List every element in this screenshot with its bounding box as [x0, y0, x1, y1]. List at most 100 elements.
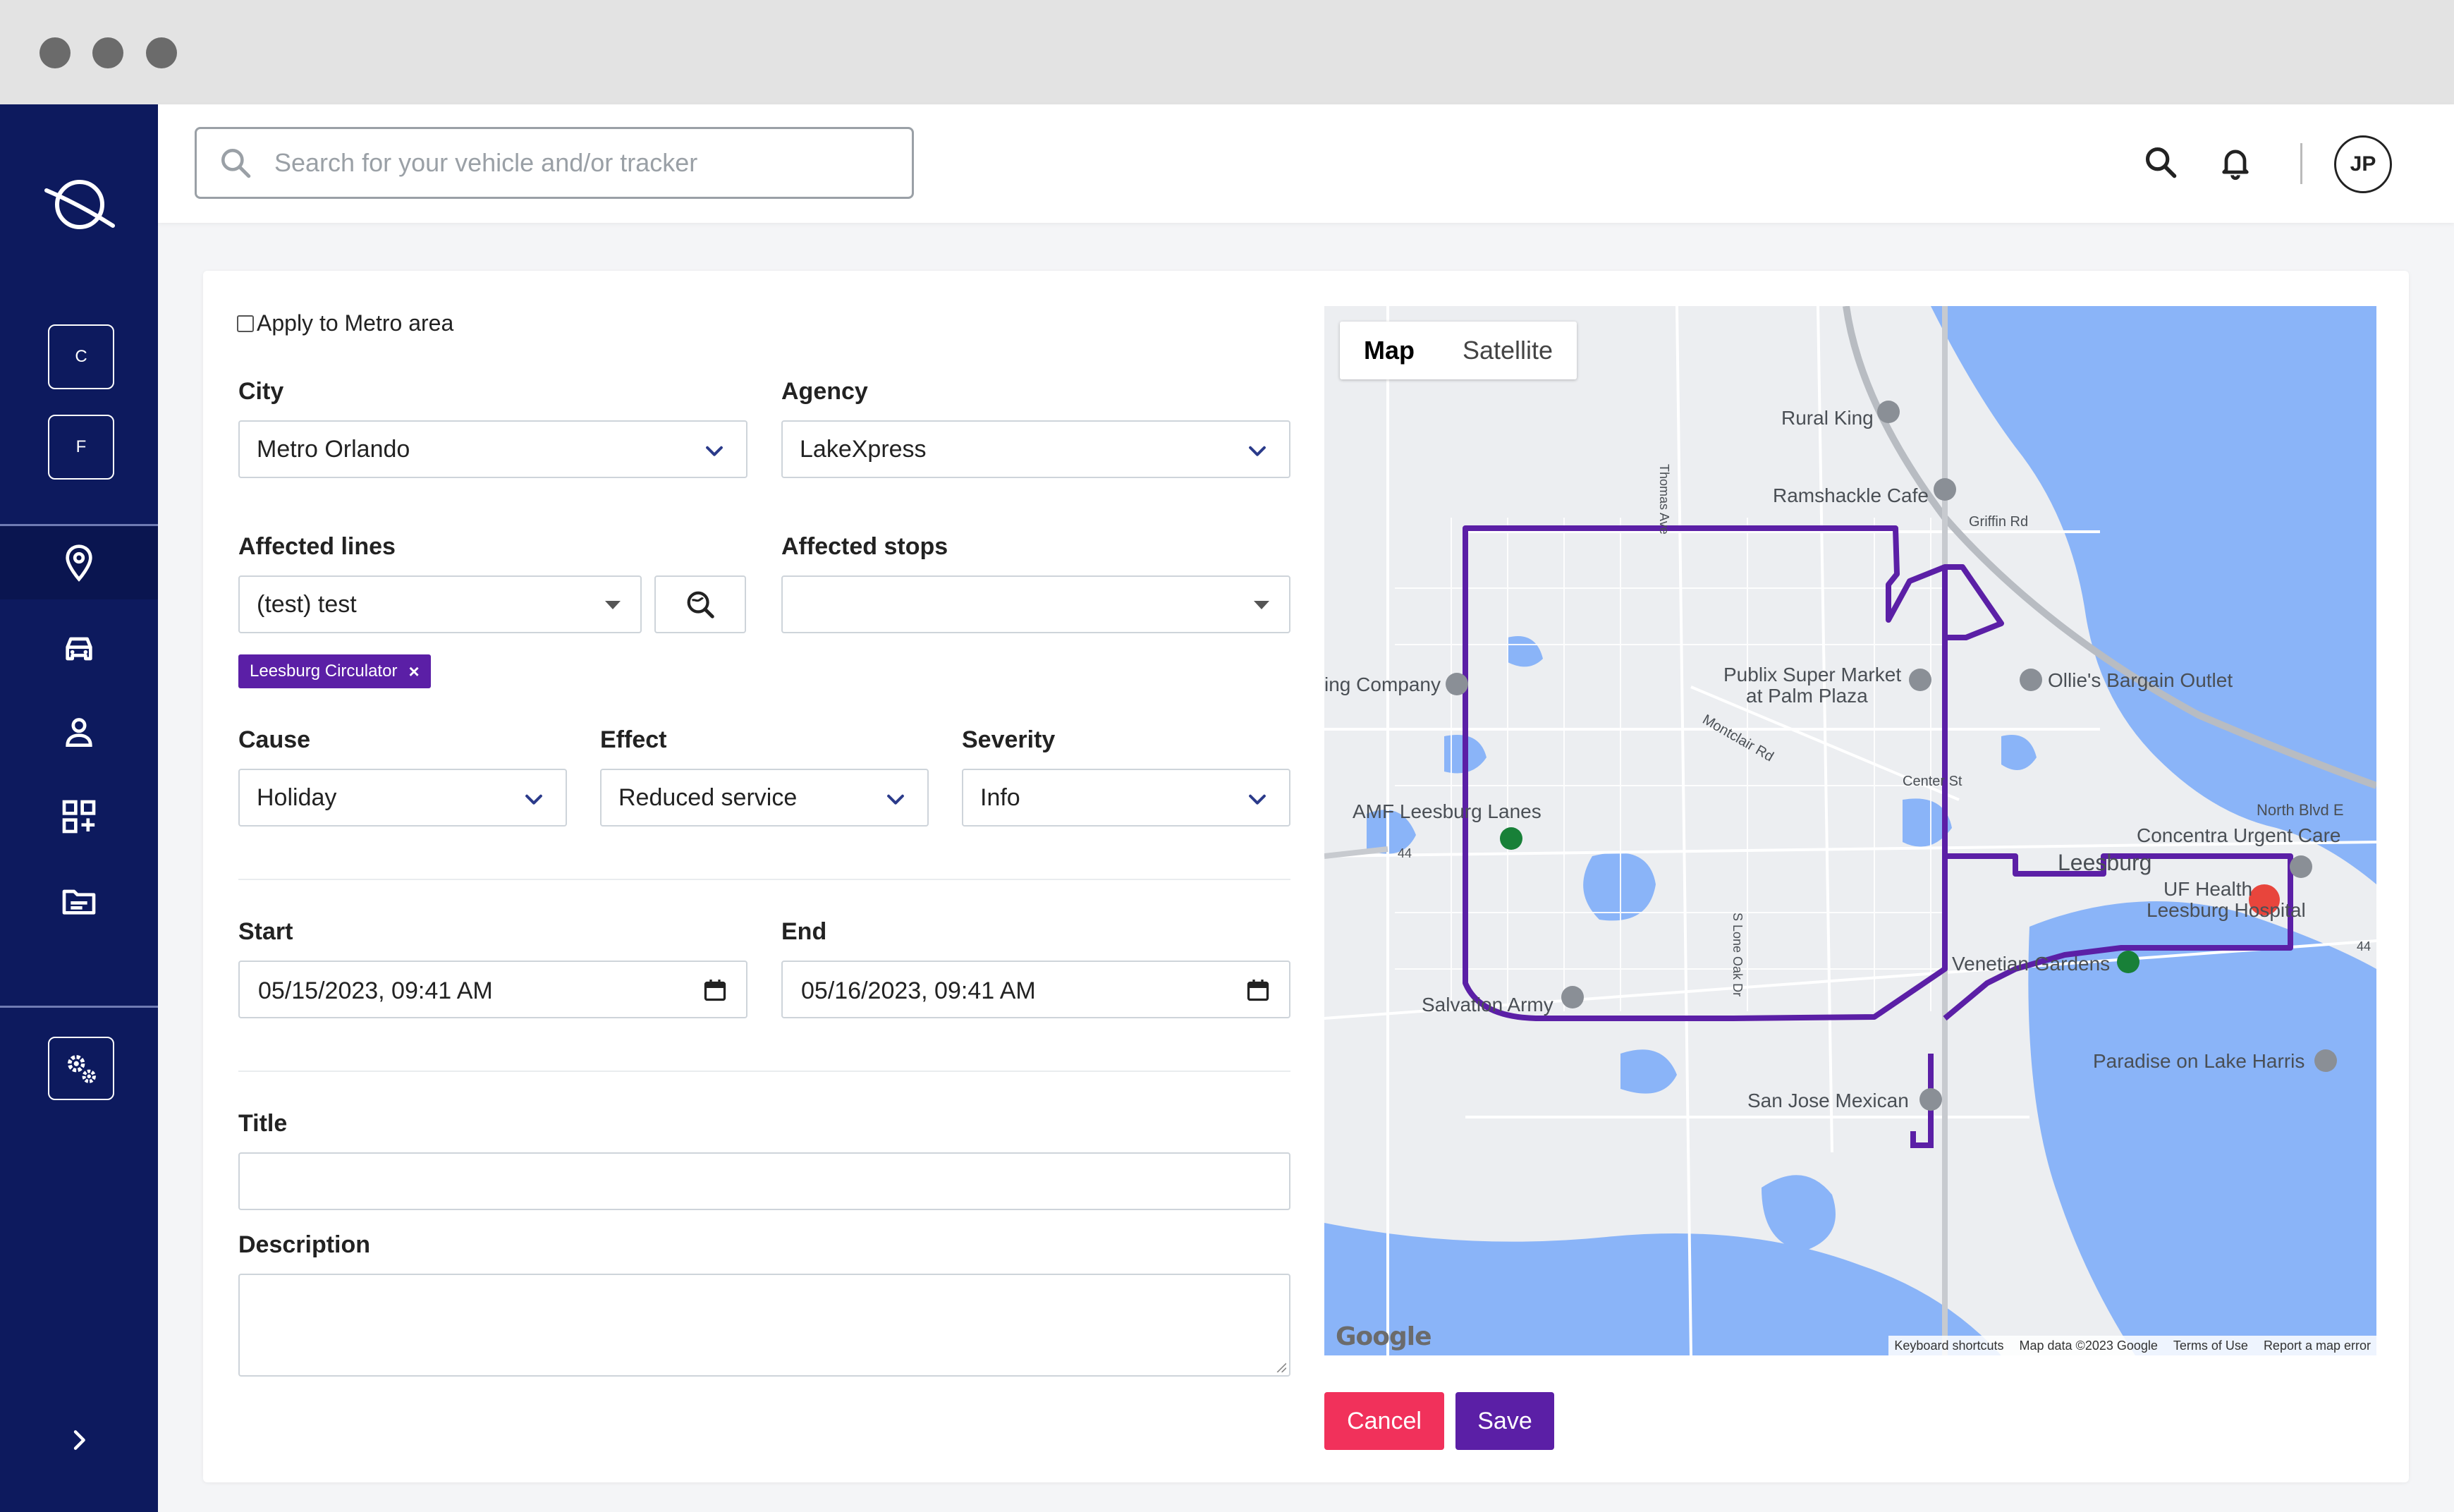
effect-select[interactable]: Reduced service: [600, 769, 929, 827]
sidebar-divider: [0, 1006, 158, 1008]
city-label: City: [238, 378, 284, 405]
map-search-icon: [687, 591, 714, 618]
car-icon[interactable]: [58, 628, 100, 670]
alert-form-card: Apply to Metro area City Metro Orlando A…: [203, 271, 2409, 1482]
end-label: End: [781, 918, 827, 945]
tag-remove-icon[interactable]: ×: [408, 661, 419, 683]
map-search-button[interactable]: [654, 575, 746, 633]
window-close-dot[interactable]: [39, 37, 71, 68]
line-tag-label: Leesburg Circulator: [250, 662, 398, 681]
affected-lines-label: Affected lines: [238, 533, 396, 560]
caret-down-icon: [605, 601, 621, 609]
agency-value: LakeXpress: [800, 435, 927, 463]
section-divider: [238, 1071, 1290, 1072]
end-value: 05/16/2023, 09:41 AM: [801, 977, 1036, 1004]
avatar[interactable]: JP: [2334, 135, 2392, 193]
severity-select[interactable]: Info: [962, 769, 1290, 827]
line-tag-leesburg-circulator: Leesburg Circulator ×: [238, 654, 431, 688]
title-label: Title: [238, 1110, 288, 1137]
caret-down-icon: [1254, 601, 1269, 609]
report-error-link[interactable]: Report a map error: [2264, 1339, 2371, 1353]
folder-icon[interactable]: [58, 880, 100, 922]
settings-gear-button[interactable]: [48, 1037, 114, 1100]
calendar-icon[interactable]: [702, 977, 728, 1003]
title-input[interactable]: [238, 1152, 1290, 1210]
planet-logo-icon[interactable]: [41, 168, 118, 238]
road-label: North Blvd E: [2257, 801, 2344, 819]
route-shield-label: 44: [2357, 939, 2371, 953]
window-chrome: [0, 0, 2454, 104]
sidebar-button-f[interactable]: F: [48, 415, 114, 480]
bell-icon[interactable]: [2213, 140, 2258, 185]
google-logo: Google: [1336, 1322, 1432, 1351]
gear-icon: [68, 1055, 96, 1083]
chevron-down-icon: [1249, 794, 1266, 805]
effect-value: Reduced service: [618, 784, 798, 811]
save-button[interactable]: Save: [1455, 1392, 1554, 1450]
affected-lines-value: (test) test: [257, 590, 357, 618]
window-minimize-dot[interactable]: [92, 37, 123, 68]
place-label: UF Health: [2163, 878, 2252, 900]
map-attribution: Keyboard shortcuts Map data ©2023 Google…: [1888, 1336, 2376, 1355]
apply-metro-checkbox[interactable]: [237, 315, 254, 332]
calendar-icon[interactable]: [1245, 977, 1271, 1003]
cancel-button[interactable]: Cancel: [1324, 1392, 1444, 1450]
road-label: Center St: [1903, 774, 1962, 789]
apps-add-icon[interactable]: [58, 795, 100, 838]
place-label: Paradise on Lake Harris: [2093, 1050, 2305, 1072]
resize-handle-icon[interactable]: [1275, 1361, 1286, 1372]
affected-stops-select[interactable]: [781, 575, 1290, 633]
place-label: at Palm Plaza: [1746, 685, 1868, 707]
agency-select[interactable]: LakeXpress: [781, 420, 1290, 478]
start-datetime-input[interactable]: 05/15/2023, 09:41 AM: [238, 961, 747, 1018]
place-label: AMF Leesburg Lanes: [1353, 800, 1542, 822]
vehicle-search[interactable]: [195, 127, 914, 199]
window-maximize-dot[interactable]: [146, 37, 177, 68]
route-map[interactable]: Rural King Ramshackle Cafe Griffin Rd Pu…: [1324, 306, 2376, 1355]
description-textarea[interactable]: [238, 1274, 1290, 1377]
end-datetime-input[interactable]: 05/16/2023, 09:41 AM: [781, 961, 1290, 1018]
start-label: Start: [238, 918, 293, 945]
road-label: S Lone Oak Dr: [1730, 913, 1745, 996]
place-label: ing Company: [1324, 673, 1441, 695]
agency-label: Agency: [781, 378, 868, 405]
chevron-down-icon: [525, 794, 542, 805]
chevron-down-icon: [1249, 446, 1266, 456]
route-shield-label: 44: [1398, 846, 1412, 860]
location-icon[interactable]: [58, 542, 100, 584]
sidebar-button-c[interactable]: C: [48, 324, 114, 389]
map-canvas: Rural King Ramshackle Cafe Griffin Rd Pu…: [1324, 306, 2376, 1355]
description-label: Description: [238, 1231, 371, 1258]
place-label: Rural King: [1781, 407, 1874, 429]
place-label: Concentra Urgent Care: [2137, 824, 2340, 846]
place-label: Venetian Gardens: [1952, 953, 2110, 975]
section-divider: [238, 879, 1290, 880]
search-input[interactable]: [274, 148, 895, 178]
affected-stops-label: Affected stops: [781, 533, 948, 560]
affected-lines-select[interactable]: (test) test: [238, 575, 642, 633]
cause-select[interactable]: Holiday: [238, 769, 567, 827]
apply-metro-checkbox-row[interactable]: Apply to Metro area: [237, 310, 453, 336]
start-value: 05/15/2023, 09:41 AM: [258, 977, 493, 1004]
map-tab[interactable]: Map: [1340, 322, 1439, 379]
city-value: Metro Orlando: [257, 435, 410, 463]
place-label: Ollie's Bargain Outlet: [2048, 669, 2233, 691]
place-label: Ramshackle Cafe: [1773, 484, 1929, 506]
keyboard-shortcuts-link[interactable]: Keyboard shortcuts: [1894, 1339, 2003, 1353]
place-label: Leesburg: [2058, 850, 2151, 875]
terms-link[interactable]: Terms of Use: [2173, 1339, 2248, 1353]
place-label: San Jose Mexican: [1747, 1090, 1909, 1111]
search-icon[interactable]: [2138, 140, 2183, 185]
effect-label: Effect: [600, 726, 667, 753]
city-select[interactable]: Metro Orlando: [238, 420, 747, 478]
satellite-tab[interactable]: Satellite: [1439, 322, 1577, 379]
search-icon: [221, 149, 251, 178]
road-label: Montclair Rd: [1700, 712, 1776, 764]
road-label: Thomas Ave: [1657, 464, 1671, 535]
sidebar: C F: [0, 104, 158, 1512]
place-label: Salvation Army: [1422, 994, 1553, 1016]
topbar-divider: [2300, 143, 2302, 184]
person-icon[interactable]: [58, 711, 100, 753]
place-label: Publix Super Market: [1723, 664, 1901, 685]
chevron-right-icon[interactable]: [62, 1423, 96, 1457]
